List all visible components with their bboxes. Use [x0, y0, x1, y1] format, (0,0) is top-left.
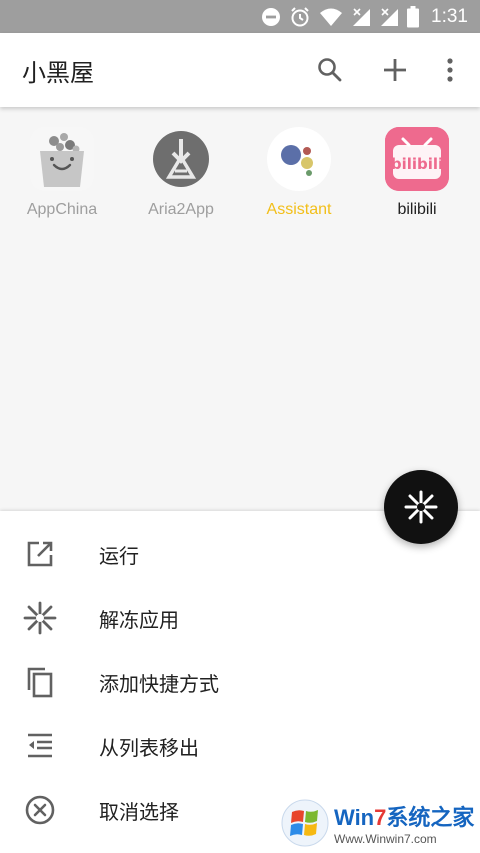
add-icon	[384, 59, 406, 81]
wifi-icon	[319, 7, 343, 27]
cancel-icon	[20, 790, 60, 830]
bilibili-icon: bilibili	[385, 127, 449, 191]
menu-item-add-shortcut[interactable]: 添加快捷方式	[0, 650, 480, 714]
app-bar: 小黑屋	[0, 33, 480, 107]
app-tile-appchina[interactable]: AppChina	[4, 127, 120, 219]
remove-from-list-icon	[20, 726, 60, 766]
aria2app-icon	[149, 127, 213, 191]
windows-logo-icon	[281, 799, 329, 847]
watermark-url: Www.Winwin7.com	[334, 832, 437, 846]
app-label-appchina: AppChina	[26, 201, 98, 218]
bilibili-logo-text: bilibili	[391, 155, 443, 173]
assistant-icon	[267, 127, 331, 191]
unfreeze-icon	[20, 598, 60, 638]
freeze-fab-button[interactable]	[384, 470, 458, 544]
app-tile-aria2app[interactable]: Aria2App	[123, 127, 239, 219]
signal-icon	[379, 7, 399, 27]
search-button[interactable]	[313, 53, 347, 87]
watermark-brand: Win7系统之家	[334, 805, 475, 830]
menu-label-remove-from-list: 从列表移出	[99, 735, 199, 760]
app-label-bilibili: bilibili	[397, 201, 437, 218]
signal-icon	[351, 7, 371, 27]
menu-label-unfreeze: 解冻应用	[99, 607, 179, 632]
watermark: Win7系统之家 Www.Winwin7.com	[280, 797, 476, 849]
do-not-disturb-icon	[261, 7, 281, 27]
battery-icon	[407, 5, 420, 28]
page-title: 小黑屋	[22, 59, 94, 87]
appchina-icon	[30, 127, 94, 191]
more-options-button[interactable]	[433, 53, 467, 87]
menu-label-cancel-selection: 取消选择	[99, 799, 179, 824]
app-label-assistant: Assistant	[266, 201, 332, 218]
status-time: 1:31	[431, 5, 468, 27]
status-bar: 1:31	[0, 0, 480, 33]
watermark-text: Win7系统之家 Www.Winwin7.com	[334, 800, 474, 846]
copy-shortcut-icon	[20, 662, 60, 702]
freeze-icon	[404, 490, 438, 524]
app-grid: AppChina Aria2App Assistant bilibili bil…	[0, 107, 480, 511]
app-label-aria2app: Aria2App	[148, 201, 214, 218]
menu-item-remove-from-list[interactable]: 从列表移出	[0, 714, 480, 778]
status-icons: 1:31	[261, 0, 468, 33]
search-icon	[318, 58, 342, 82]
open-in-new-icon	[20, 534, 60, 574]
more-vert-icon	[447, 58, 453, 82]
menu-item-unfreeze[interactable]: 解冻应用	[0, 586, 480, 650]
add-button[interactable]	[378, 53, 412, 87]
alarm-icon	[289, 6, 311, 28]
menu-label-add-shortcut: 添加快捷方式	[99, 671, 219, 696]
menu-label-run: 运行	[99, 543, 139, 568]
app-tile-assistant[interactable]: Assistant	[241, 127, 357, 219]
app-tile-bilibili[interactable]: bilibili bilibili	[359, 127, 475, 219]
